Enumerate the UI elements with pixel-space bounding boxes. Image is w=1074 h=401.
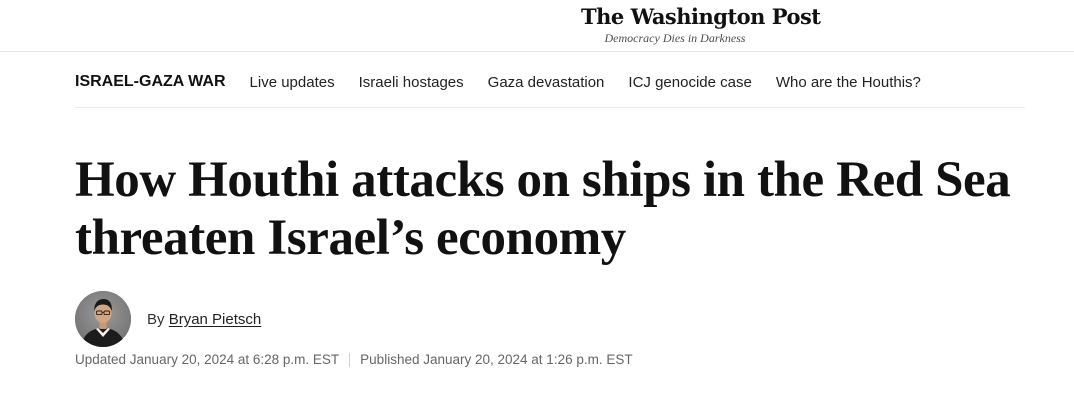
section-nav: ISRAEL-GAZA WAR Live updates Israeli hos… [75, 61, 1025, 108]
nav-link-icj-genocide-case[interactable]: ICJ genocide case [628, 74, 751, 91]
byline: By Bryan Pietsch [75, 291, 261, 347]
nav-link-who-are-the-houthis[interactable]: Who are the Houthis? [776, 74, 921, 91]
nav-link-gaza-devastation[interactable]: Gaza devastation [488, 74, 605, 91]
author-link[interactable]: Bryan Pietsch [169, 311, 262, 328]
article-headline: How Houthi attacks on ships in the Red S… [75, 152, 1011, 266]
published-timestamp: Published January 20, 2024 at 1:26 p.m. … [360, 352, 633, 367]
nav-link-live-updates[interactable]: Live updates [250, 74, 335, 91]
byline-text: By Bryan Pietsch [147, 311, 261, 328]
timestamps: Updated January 20, 2024 at 6:28 p.m. ES… [75, 352, 633, 367]
author-photo [75, 291, 131, 347]
tagline: Democracy Dies in Darkness [604, 31, 746, 45]
byline-prefix: By [147, 310, 165, 328]
section-title[interactable]: ISRAEL-GAZA WAR [75, 73, 226, 91]
author-avatar[interactable] [75, 291, 131, 347]
nav-link-israeli-hostages[interactable]: Israeli hostages [359, 74, 464, 91]
masthead: The Washington Post Democracy Dies in Da… [0, 0, 1074, 52]
washington-post-logo[interactable]: The Washington Post [581, 4, 821, 29]
updated-timestamp: Updated January 20, 2024 at 6:28 p.m. ES… [75, 352, 340, 367]
timestamp-divider [349, 352, 351, 367]
